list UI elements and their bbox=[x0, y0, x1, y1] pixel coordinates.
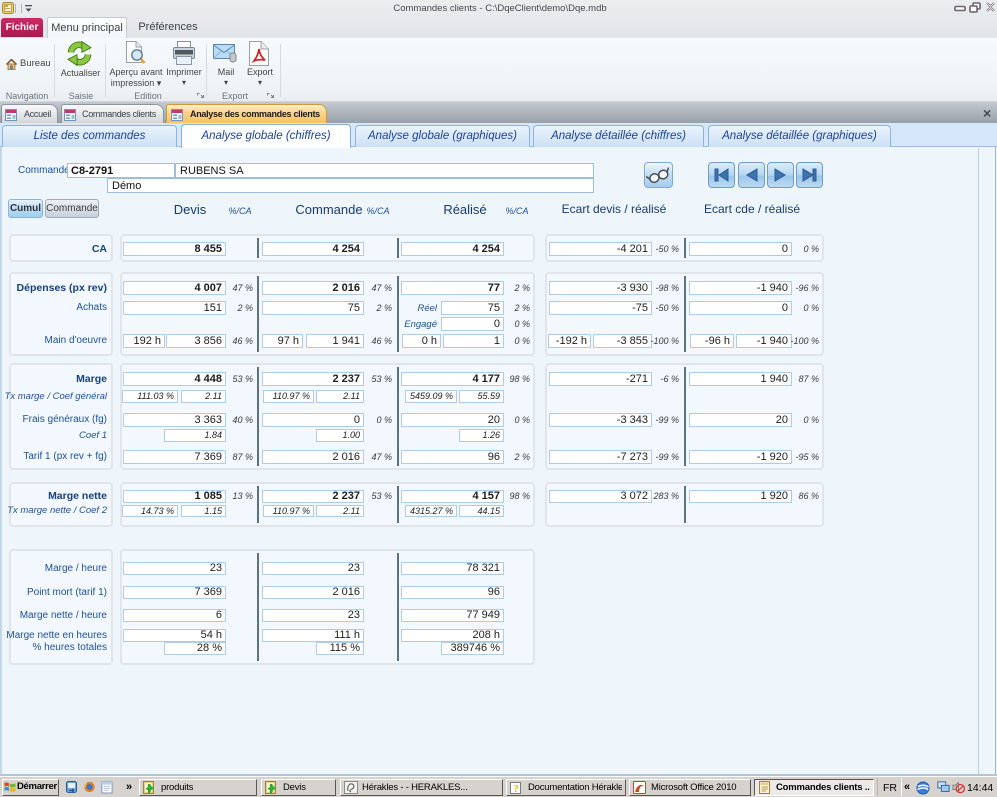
svg-text:?: ? bbox=[513, 783, 519, 794]
